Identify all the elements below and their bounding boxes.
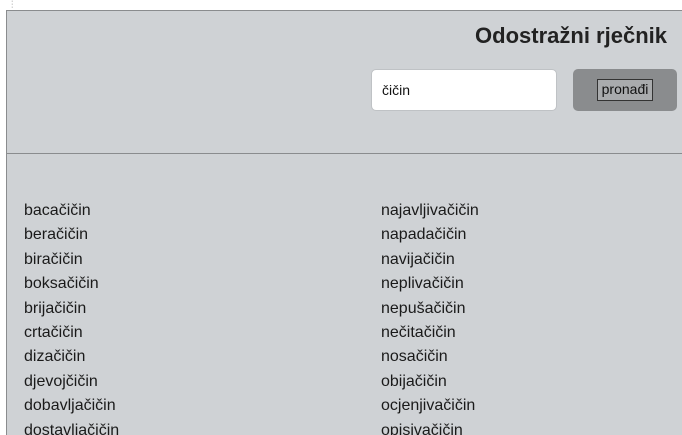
result-word[interactable]: obijačičin: [381, 370, 479, 394]
result-word[interactable]: nepušačičin: [381, 297, 479, 321]
result-word[interactable]: dobavljačičin: [24, 394, 119, 418]
result-word[interactable]: opisivačičin: [381, 419, 479, 435]
result-word[interactable]: ocjenjivačičin: [381, 394, 479, 418]
result-word[interactable]: najavljivačičin: [381, 199, 479, 223]
search-button-label: pronađi: [596, 79, 654, 101]
result-word[interactable]: beračičin: [24, 223, 119, 247]
result-word[interactable]: crtačičin: [24, 321, 119, 345]
results-right-column: najavljivačičin napadačičin navijačičin …: [381, 199, 479, 435]
result-word[interactable]: biračičin: [24, 248, 119, 272]
corner-dots-decoration: · · ·: [11, 0, 14, 11]
result-word[interactable]: neplivačičin: [381, 272, 479, 296]
header-divider: [7, 153, 682, 154]
search-input[interactable]: [371, 69, 557, 111]
result-word[interactable]: nečitačičin: [381, 321, 479, 345]
result-word[interactable]: nosačičin: [381, 345, 479, 369]
search-button[interactable]: pronađi: [573, 69, 677, 111]
result-word[interactable]: dostavljačičin: [24, 419, 119, 435]
result-word[interactable]: brijačičin: [24, 297, 119, 321]
result-word[interactable]: bacačičin: [24, 199, 119, 223]
result-word[interactable]: djevojčičin: [24, 370, 119, 394]
result-word[interactable]: napadačičin: [381, 223, 479, 247]
result-word[interactable]: boksačičin: [24, 272, 119, 296]
result-word[interactable]: navijačičin: [381, 248, 479, 272]
page-title: Odostražni rječnik: [475, 23, 667, 48]
results-left-column: bacačičin beračičin biračičin boksačičin…: [24, 199, 119, 435]
result-word[interactable]: dizačičin: [24, 345, 119, 369]
page-frame: Odostražni rječnik pronađi bacačičin ber…: [6, 10, 682, 435]
